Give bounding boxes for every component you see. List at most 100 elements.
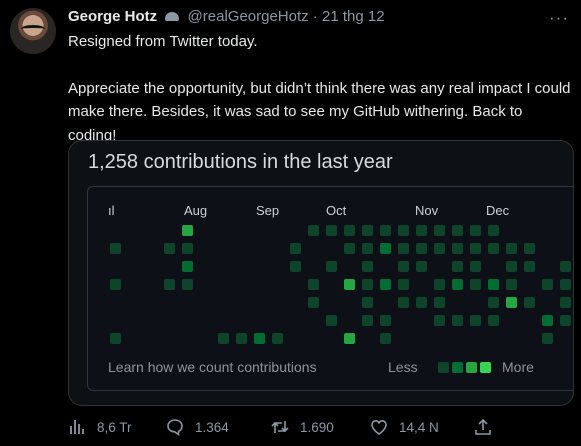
contribution-cell — [470, 243, 481, 254]
contribution-cell — [164, 243, 175, 254]
contribution-cell — [110, 243, 121, 254]
contribution-cell — [560, 315, 571, 326]
contribution-cell — [488, 243, 499, 254]
tweet-date[interactable]: 21 thg 12 — [322, 8, 385, 25]
contribution-cell — [218, 333, 229, 344]
contribution-cell — [290, 261, 301, 272]
contribution-cell — [182, 225, 193, 236]
tweet-actions: 8,6 Tr 1.364 1.690 14,4 N — [68, 415, 498, 437]
media-card[interactable]: 1,258 contributions in the last year ıl … — [68, 140, 574, 406]
heart-icon — [371, 419, 387, 435]
contribution-cell — [488, 225, 499, 236]
contribution-cell — [344, 279, 355, 290]
author-handle[interactable]: @realGeorgeHotz — [188, 8, 309, 25]
contribution-cell — [398, 297, 409, 308]
contribution-cell — [362, 261, 373, 272]
contribution-cell — [182, 279, 193, 290]
contribution-cell — [560, 297, 571, 308]
views-button[interactable]: 8,6 Tr — [68, 418, 132, 436]
more-label: More — [502, 359, 534, 375]
tweet-paragraph-1: Resigned from Twitter today. — [68, 33, 258, 50]
contribution-cell — [452, 243, 463, 254]
retweet-button[interactable]: 1.690 — [271, 418, 334, 436]
contribution-cell — [542, 315, 553, 326]
contribution-cell — [452, 315, 463, 326]
contribution-cell — [308, 297, 319, 308]
learn-link[interactable]: Learn how we count contributions — [108, 359, 317, 375]
bar-chart-icon — [70, 420, 84, 434]
contribution-cell — [524, 243, 535, 254]
more-icon[interactable]: ··· — [549, 8, 569, 28]
legend-swatch — [466, 362, 477, 373]
contribution-cell — [362, 225, 373, 236]
contribution-cell — [470, 315, 481, 326]
contribution-cell — [164, 279, 175, 290]
contribution-cell — [506, 297, 517, 308]
share-icon — [475, 418, 491, 435]
legend-swatches — [438, 360, 498, 373]
contribution-cell — [362, 279, 373, 290]
contribution-cell — [254, 333, 265, 344]
contribution-cell — [434, 243, 445, 254]
contribution-cell — [398, 261, 409, 272]
contribution-cell — [308, 279, 319, 290]
contribution-cell — [488, 315, 499, 326]
legend-swatch — [480, 362, 491, 373]
contribution-cell — [416, 297, 427, 308]
hat-icon — [165, 11, 180, 21]
contribution-cell — [434, 297, 445, 308]
tweet-paragraph-2: Appreciate the opportunity, but didn’t t… — [68, 79, 571, 144]
contribution-graph: ıl Aug Sep Oct Nov Dec Learn how we coun… — [87, 186, 573, 391]
contribution-cell — [542, 333, 553, 344]
contribution-cell — [362, 297, 373, 308]
reply-icon — [167, 419, 183, 436]
contribution-cell — [362, 243, 373, 254]
share-button[interactable] — [474, 418, 503, 436]
avatar[interactable] — [10, 8, 56, 54]
contribution-cell — [560, 261, 571, 272]
contribution-cell — [416, 225, 427, 236]
contribution-cell — [416, 261, 427, 272]
contribution-cell — [542, 279, 553, 290]
contribution-cell — [470, 261, 481, 272]
contribution-cell — [470, 279, 481, 290]
contribution-cell — [272, 333, 283, 344]
like-count: 14,4 N — [399, 419, 439, 435]
reply-button[interactable]: 1.364 — [166, 418, 229, 436]
contribution-cell — [398, 279, 409, 290]
contribution-cell — [326, 261, 337, 272]
contribution-cell — [524, 261, 535, 272]
contribution-cell — [506, 243, 517, 254]
contribution-cell — [488, 297, 499, 308]
contribution-cell — [308, 225, 319, 236]
contribution-cell — [110, 333, 121, 344]
contribution-cell — [110, 279, 121, 290]
contribution-cell — [344, 225, 355, 236]
contribution-cell — [506, 279, 517, 290]
contribution-cell — [380, 315, 391, 326]
contribution-cell — [452, 225, 463, 236]
contribution-cell — [434, 225, 445, 236]
author-name[interactable]: George Hotz — [68, 8, 157, 25]
contribution-cell — [380, 243, 391, 254]
contribution-cell — [398, 225, 409, 236]
legend-swatch — [438, 362, 449, 373]
retweet-count: 1.690 — [300, 419, 334, 435]
contribution-cell — [362, 315, 373, 326]
contribution-cell — [326, 315, 337, 326]
views-count: 8,6 Tr — [97, 419, 132, 435]
contributions-title: 1,258 contributions in the last year — [88, 151, 393, 173]
reply-count: 1.364 — [195, 419, 229, 435]
tweet-header: George Hotz @realGeorgeHotz · 21 thg 12 — [68, 8, 571, 28]
legend-swatch — [452, 362, 463, 373]
contribution-cell — [182, 243, 193, 254]
tweet-text: Resigned from Twitter today. Appreciate … — [68, 30, 573, 147]
contribution-cell — [416, 243, 427, 254]
retweet-icon — [271, 421, 289, 433]
like-button[interactable]: 14,4 N — [370, 418, 439, 436]
contribution-cell — [560, 279, 571, 290]
contribution-cell — [344, 333, 355, 344]
contribution-cell — [434, 315, 445, 326]
contribution-cell — [452, 261, 463, 272]
contribution-cell — [380, 225, 391, 236]
